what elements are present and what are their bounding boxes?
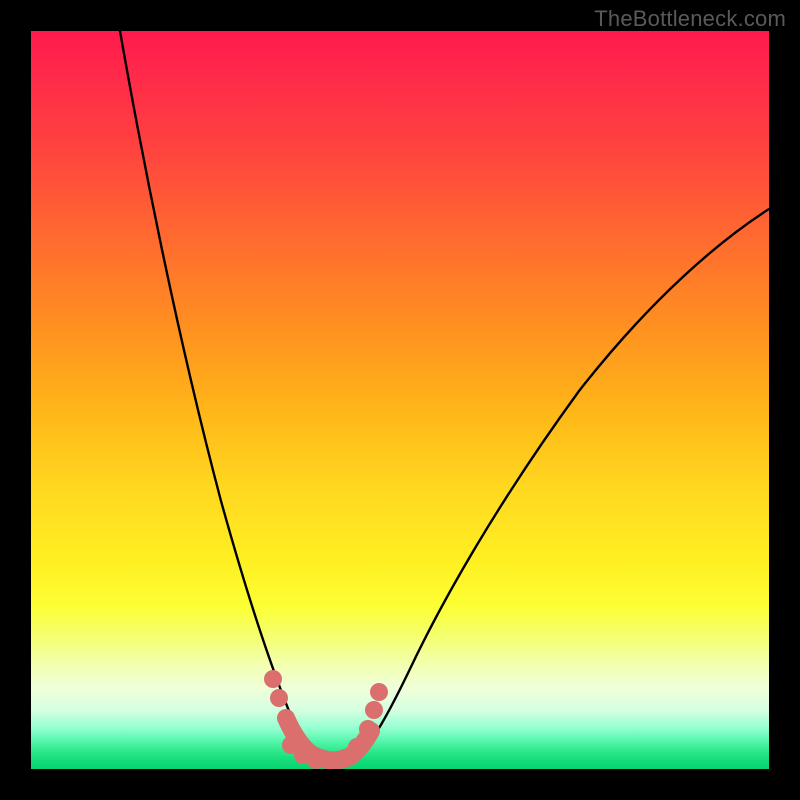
chart-frame: TheBottleneck.com bbox=[0, 0, 800, 800]
marker-dot bbox=[359, 720, 377, 738]
watermark-text: TheBottleneck.com bbox=[594, 6, 786, 32]
marker-dot bbox=[270, 689, 288, 707]
right-curve bbox=[349, 209, 769, 763]
marker-dot bbox=[370, 683, 388, 701]
curve-layer bbox=[31, 31, 769, 769]
marker-dot bbox=[365, 701, 383, 719]
marker-dot bbox=[264, 670, 282, 688]
left-curve bbox=[120, 31, 325, 761]
marker-dot bbox=[348, 738, 366, 756]
plot-area bbox=[31, 31, 769, 769]
